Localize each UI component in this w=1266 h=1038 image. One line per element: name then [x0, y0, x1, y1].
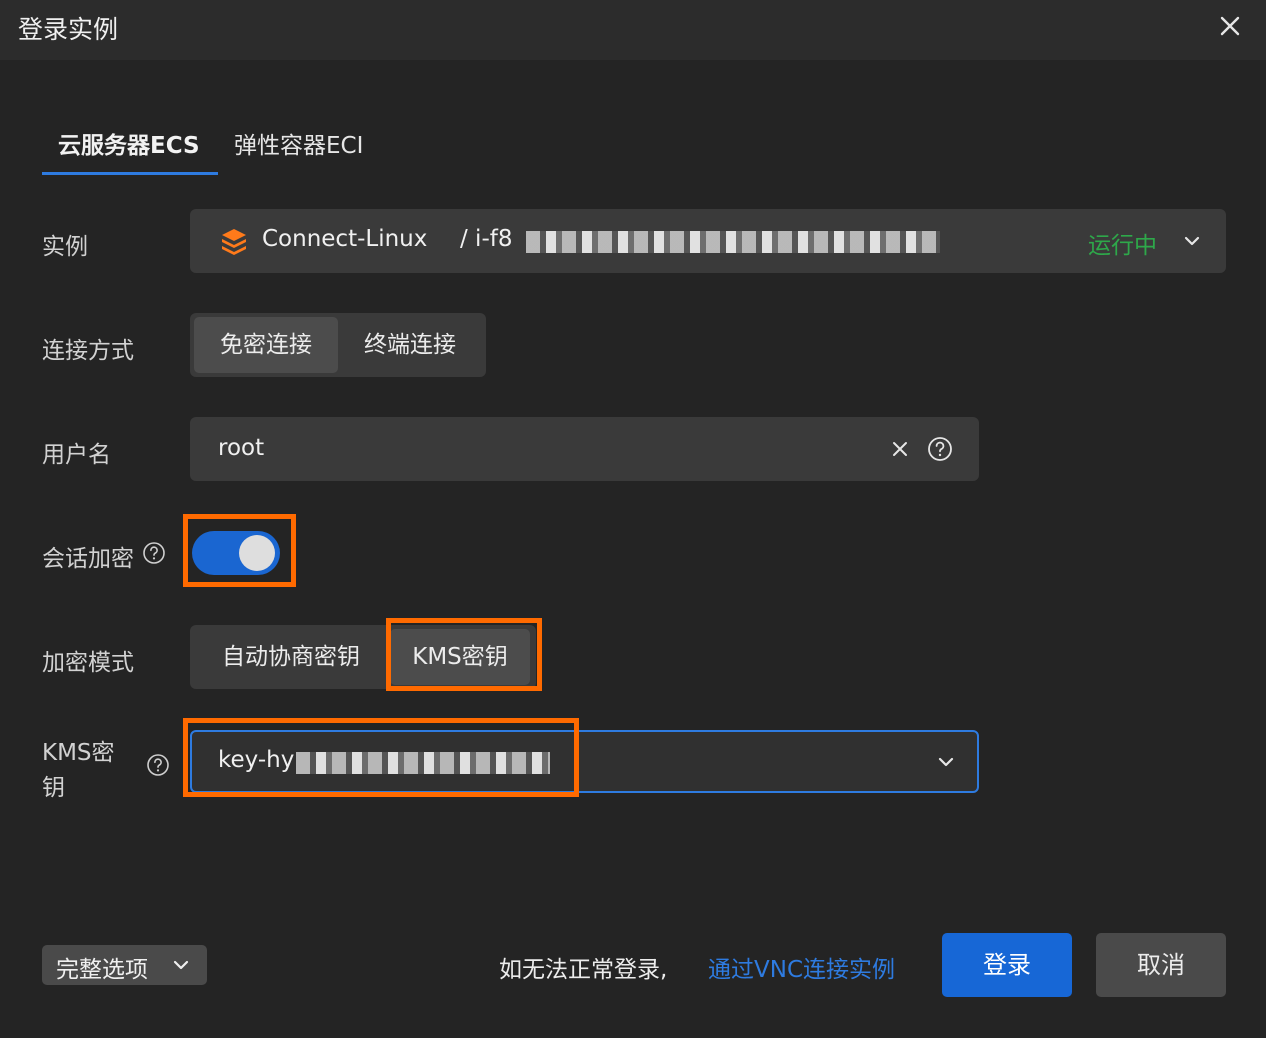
- username-input[interactable]: root: [190, 417, 979, 481]
- highlight-box-kms-option: [386, 618, 542, 691]
- clear-icon[interactable]: [890, 439, 910, 459]
- login-button[interactable]: 登录: [942, 933, 1072, 997]
- login-trouble-hint: 如无法正常登录,: [499, 957, 668, 983]
- full-options-label: 完整选项: [56, 957, 148, 983]
- full-options-button[interactable]: 完整选项: [42, 945, 207, 985]
- highlight-box-toggle: [183, 514, 296, 587]
- tab-eci[interactable]: 弹性容器ECI: [234, 126, 363, 160]
- connection-method-label: 连接方式: [42, 338, 134, 364]
- session-encryption-label: 会话加密: [42, 546, 134, 572]
- help-icon[interactable]: [146, 753, 170, 777]
- ecs-instance-icon: [218, 226, 250, 258]
- highlight-box-kms-key: [183, 718, 579, 797]
- option-terminal[interactable]: 终端连接: [338, 317, 482, 373]
- option-passwordless[interactable]: 免密连接: [194, 317, 338, 373]
- instance-id: / i-f8: [460, 226, 513, 252]
- option-auto-negotiate-key[interactable]: 自动协商密钥: [194, 629, 388, 685]
- redacted-instance-id: [526, 231, 940, 253]
- username-value: root: [218, 435, 265, 461]
- kms-key-label-line2: 钥: [42, 775, 65, 801]
- instance-status: 运行中: [1088, 233, 1157, 259]
- instance-label: 实例: [42, 234, 88, 260]
- instance-name: Connect-Linux: [262, 226, 428, 252]
- chevron-down-icon: [936, 752, 956, 772]
- dialog-title: 登录实例: [18, 15, 119, 44]
- help-icon[interactable]: [927, 436, 953, 462]
- help-icon[interactable]: [142, 541, 166, 565]
- vnc-connect-link[interactable]: 通过VNC连接实例: [708, 950, 895, 984]
- instance-select[interactable]: Connect-Linux / i-f8 运行中: [190, 209, 1226, 273]
- encryption-mode-label: 加密模式: [42, 650, 134, 676]
- username-label: 用户名: [42, 442, 111, 468]
- tab-ecs[interactable]: 云服务器ECS: [58, 126, 200, 160]
- kms-key-label-line1: KMS密: [42, 740, 115, 766]
- connection-method-segmented: 免密连接 终端连接: [190, 313, 486, 377]
- chevron-down-icon: [1182, 231, 1202, 251]
- cancel-button[interactable]: 取消: [1096, 933, 1226, 997]
- active-tab-indicator: [42, 172, 218, 175]
- dialog-titlebar: 登录实例: [0, 0, 1266, 60]
- close-icon[interactable]: [1214, 10, 1246, 42]
- chevron-down-icon: [172, 956, 190, 974]
